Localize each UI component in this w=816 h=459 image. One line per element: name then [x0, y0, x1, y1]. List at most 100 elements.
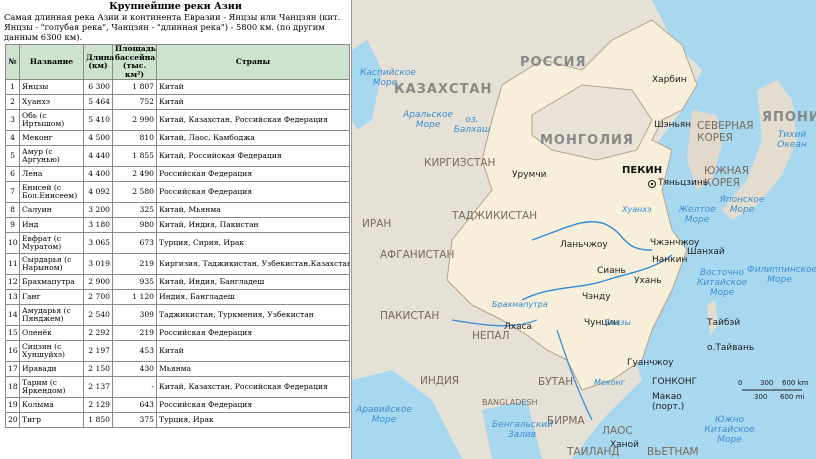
- river-basin: 1 120: [112, 289, 157, 305]
- river-name: Обь (с Иртышом): [19, 109, 84, 131]
- river-basin: 752: [112, 94, 157, 110]
- river-length: 2 900: [83, 274, 113, 290]
- row-num: 14: [5, 304, 20, 326]
- river-basin: 935: [112, 274, 157, 290]
- river-countries: Китай: [156, 340, 350, 362]
- river-length: 5 410: [83, 109, 113, 131]
- row-num: 18: [5, 376, 20, 398]
- river-basin: 643: [112, 397, 157, 413]
- river-basin: 810: [112, 130, 157, 146]
- table-row: 13 Ганг 2 700 1 120 Индия, Бангладеш: [5, 289, 350, 305]
- label-bangladesh: BANGLADESH: [482, 398, 538, 407]
- river-name: Салуин: [19, 202, 84, 218]
- city-taiwan: о.Тайвань: [707, 343, 755, 353]
- river-name: Евфрат (с Муратом): [19, 232, 84, 254]
- label-balkhash: оз. Балхаш: [453, 115, 491, 135]
- table-row: 18 Тарим (с Яркендом) 2 137- Китай, Казахст…: [5, 376, 350, 398]
- city-nanjing: Нанкин: [652, 255, 688, 265]
- header-name: Название: [19, 44, 84, 80]
- river-name: Ганг: [19, 289, 84, 305]
- city-wuhan: Ухань: [634, 276, 662, 286]
- river-length: 3 065: [83, 232, 113, 254]
- river-basin: 325: [112, 202, 157, 218]
- river-basin: 430: [112, 361, 157, 377]
- rivers-table: № Название Длина (км) Площадь бассейна (…: [5, 44, 350, 428]
- scale-km-600: 600 km: [782, 379, 809, 387]
- river-name: Сырдарья (с Нарыном): [19, 253, 84, 275]
- river-label-brahmaputra: Брахмапутра: [492, 300, 548, 309]
- row-num: 17: [5, 361, 20, 377]
- table-row: 16 Сицзян (с Хуншуйхэ) 2 197 453 Китай: [5, 340, 350, 362]
- river-countries: Китай: [156, 79, 350, 95]
- table-row: 20 Тигр 1 850 375 Турция, Ирак: [5, 412, 350, 428]
- river-length: 2 540: [83, 304, 113, 326]
- table-row: 10 Евфрат (с Муратом) 3 065 673 Турция, Сири…: [5, 232, 350, 254]
- city-shenyang: Шэньян: [654, 120, 692, 130]
- label-south-korea: ЮЖНАЯ КОРЕЯ: [704, 165, 750, 189]
- river-length: 2 700: [83, 289, 113, 305]
- river-countries: Турция, Ирак: [156, 412, 350, 428]
- scale-mi-300: 300: [754, 393, 768, 401]
- river-name: Колыма: [19, 397, 84, 413]
- row-num: 7: [5, 181, 20, 203]
- river-length: 2 137: [83, 376, 113, 398]
- table-title: Крупнейшие реки Азии: [109, 1, 242, 12]
- label-pacific: Тихий Океан: [777, 130, 807, 150]
- label-japan: ЯПОНИЯ: [762, 110, 816, 125]
- table-row: 1 Янцзы 6 300 1 807 Китай: [5, 79, 350, 95]
- river-name: Брахмапутра: [19, 274, 84, 290]
- river-countries: Российская Федерация: [156, 397, 350, 413]
- header-countries: Страны: [156, 44, 350, 80]
- table-row: 6 Лена 4 400 2 490 Российская Федерация: [5, 166, 350, 182]
- city-chengdu: Чэнду: [582, 292, 611, 302]
- row-num: 5: [5, 145, 20, 167]
- table-header-row: № Название Длина (км) Площадь бассейна (…: [5, 44, 350, 80]
- river-countries: Китай, Казахстан, Российская Федерация: [156, 376, 350, 398]
- row-num: 16: [5, 340, 20, 362]
- river-length: 2 292: [83, 325, 113, 341]
- river-length: 4 500: [83, 130, 113, 146]
- table-row: 3 Обь (с Иртышом) 5 410 2 990 Китай, Казахст…: [5, 109, 350, 131]
- river-countries: Российская Федерация: [156, 325, 350, 341]
- river-name: Сицзян (с Хуншуйхэ): [19, 340, 84, 362]
- river-basin: 219: [112, 325, 157, 341]
- row-num: 15: [5, 325, 20, 341]
- river-length: 2 197: [83, 340, 113, 362]
- label-bay-of-bengal: Бенгальский Залив: [492, 420, 553, 440]
- river-basin: -: [112, 376, 157, 398]
- river-name: Тарим (с Яркендом): [19, 376, 84, 398]
- river-length: 6 300: [83, 79, 113, 95]
- river-name: Инд: [19, 217, 84, 233]
- river-basin: 673: [112, 232, 157, 254]
- city-hongkong: ГОНКОНГ: [652, 377, 698, 387]
- river-basin: 2 580: [112, 181, 157, 203]
- city-urumqi: Урумчи: [512, 170, 547, 180]
- river-label-mekong: Меконг: [594, 378, 625, 387]
- row-num: 11: [5, 253, 20, 275]
- label-iran: ИРАН: [362, 218, 392, 230]
- table-row: 19 Колыма 2 129 643 Российская Федерация: [5, 397, 350, 413]
- river-basin: 980: [112, 217, 157, 233]
- river-name: Меконг: [19, 130, 84, 146]
- river-length: 2 129: [83, 397, 113, 413]
- river-countries: Киргизия, Таджикистан, Узбекистан,Казахс…: [156, 253, 350, 275]
- city-lhasa: Лхаса: [504, 322, 533, 332]
- row-num: 10: [5, 232, 20, 254]
- city-xian: Сиань: [597, 266, 626, 276]
- label-east-china-sea: Восточно Китайское Море: [696, 268, 748, 298]
- river-basin: 309: [112, 304, 157, 326]
- river-name: Иравади: [19, 361, 84, 377]
- river-basin: 2 990: [112, 109, 157, 131]
- label-kyrgyzstan: КИРГИЗСТАН: [424, 157, 496, 169]
- table-row: 9 Инд 3 180 980 Китай, Индия, Пакистан: [5, 217, 350, 233]
- row-num: 12: [5, 274, 20, 290]
- label-vietnam: ВЬЕТНАМ: [647, 446, 699, 458]
- river-countries: Турция, Сирия, Ирак: [156, 232, 350, 254]
- scale-km-0: 0: [738, 379, 743, 387]
- river-basin: 1 807: [112, 79, 157, 95]
- city-harbin: Харбин: [652, 75, 687, 85]
- header-length: Длина (км): [83, 44, 114, 80]
- river-countries: Китай, Мьянма: [156, 202, 350, 218]
- river-length: 4 092: [83, 181, 113, 203]
- label-laos: ЛАОС: [602, 425, 633, 437]
